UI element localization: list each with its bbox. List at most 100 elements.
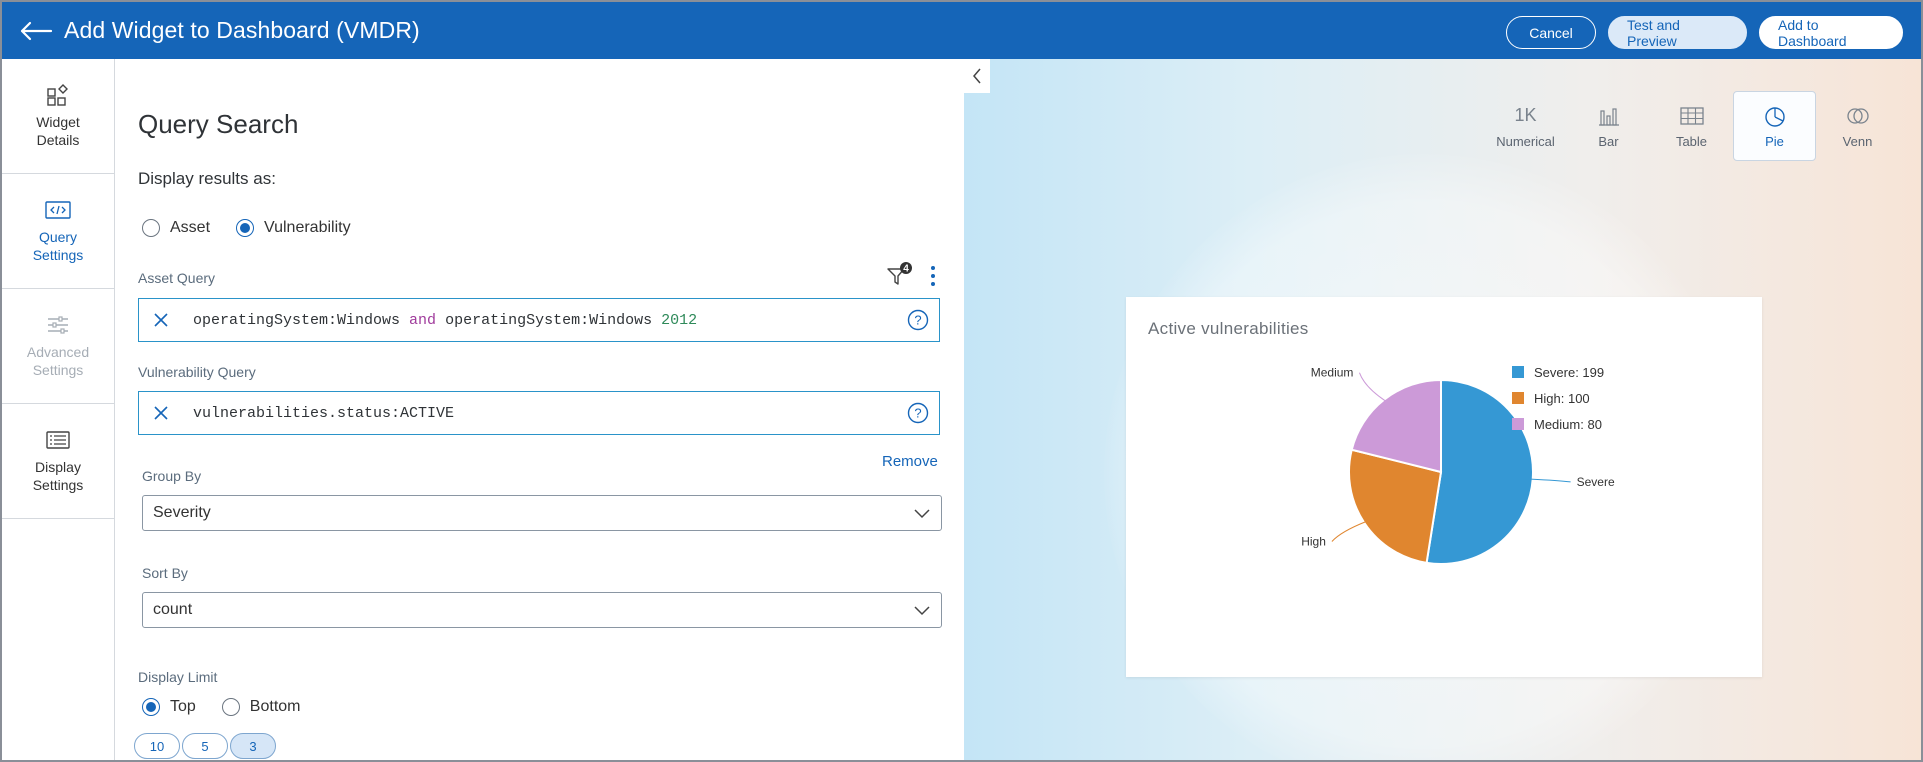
filter-count-badge: 4 <box>903 264 909 275</box>
tab-label: Venn <box>1842 133 1873 149</box>
query-panel: Query Search Display results as: Asset V… <box>116 59 964 760</box>
tab-label: Bar <box>1598 133 1619 149</box>
settings-sidebar: Widget Details Query Settings Advanced S… <box>2 59 115 760</box>
sidebar-item-query-settings[interactable]: Query Settings <box>2 174 114 289</box>
chevron-down-icon <box>914 606 930 616</box>
clear-vulnerability-query-button[interactable] <box>139 392 183 434</box>
venn-icon <box>1845 104 1871 128</box>
sort-by-value: count <box>153 601 193 618</box>
radio-button-selected <box>236 219 255 237</box>
code-icon <box>45 198 71 222</box>
table-icon <box>1679 104 1704 128</box>
collapse-panel-button[interactable] <box>964 59 990 93</box>
help-icon: ? <box>907 402 929 424</box>
pie-label-connector <box>1331 521 1367 542</box>
pie-chart-icon <box>1763 104 1787 128</box>
back-arrow-icon <box>20 21 53 40</box>
chart-type-selector: 1K Numerical Bar Table Pie Venn <box>1484 91 1899 161</box>
asset-query-label: Asset Query <box>138 270 216 286</box>
asset-query-input[interactable]: operatingSystem:Windows and operatingSys… <box>138 298 940 342</box>
legend-item[interactable]: High: 100 <box>1512 385 1604 411</box>
filter-icon: 4 <box>887 262 912 285</box>
add-to-dashboard-button[interactable]: Add to Dashboard <box>1759 16 1903 49</box>
legend-swatch <box>1512 366 1524 378</box>
radio-bottom[interactable]: Bottom <box>221 698 301 716</box>
sidebar-item-label: Query Settings <box>32 229 84 263</box>
back-button[interactable] <box>14 11 58 51</box>
legend-item[interactable]: Severe: 199 <box>1512 359 1604 385</box>
pie-chart: Severe High Medium <box>1301 366 1615 565</box>
tab-bar[interactable]: Bar <box>1567 91 1650 161</box>
radio-button <box>221 698 240 716</box>
pie-slice-label: Severe <box>1577 475 1615 489</box>
sort-by-select[interactable]: count <box>142 592 942 628</box>
radio-asset[interactable]: Asset <box>142 219 210 237</box>
radio-label: Asset <box>170 219 211 236</box>
asset-query-help-button[interactable]: ? <box>907 309 929 331</box>
vulnerability-query-text: vulnerabilities.status:ACTIVE <box>193 404 455 422</box>
sidebar-item-display-settings[interactable]: Display Settings <box>2 404 114 519</box>
group-by-value: Severity <box>153 504 211 521</box>
tab-table[interactable]: Table <box>1650 91 1733 161</box>
sort-by-label: Sort By <box>142 565 188 581</box>
close-icon <box>154 406 168 420</box>
tab-pie[interactable]: Pie <box>1733 91 1816 161</box>
close-icon <box>154 313 168 327</box>
tab-label: Numerical <box>1496 133 1555 149</box>
legend-swatch <box>1512 418 1524 430</box>
vertical-dots-icon <box>931 266 935 286</box>
display-list-icon <box>46 428 70 452</box>
asset-query-text: operatingSystem:Windows and operatingSys… <box>193 312 697 329</box>
page-title: Add Widget to Dashboard (VMDR) <box>64 17 420 43</box>
clear-asset-query-button[interactable] <box>139 299 183 341</box>
filter-button[interactable]: 4 <box>886 262 914 288</box>
radio-button-selected <box>142 698 160 716</box>
vulnerability-query-help-button[interactable]: ? <box>907 402 929 424</box>
preview-area: 1K Numerical Bar Table Pie Venn Active v… <box>964 59 1921 760</box>
chart-legend: Severe: 199 High: 100 Medium: 80 <box>1512 359 1604 437</box>
legend-label: Medium: 80 <box>1534 416 1602 432</box>
test-and-preview-button[interactable]: Test and Preview <box>1608 16 1747 49</box>
tab-label: Pie <box>1765 133 1784 149</box>
chart-card: Active vulnerabilities Severe High Medium … <box>1126 297 1762 677</box>
vulnerability-query-input[interactable]: vulnerabilities.status:ACTIVE ? <box>138 391 940 435</box>
legend-label: High: 100 <box>1534 390 1590 406</box>
sidebar-item-label: Display Settings <box>32 459 84 493</box>
query-number: 2012 <box>661 311 698 329</box>
more-options-button[interactable] <box>928 264 938 288</box>
chevron-down-icon <box>914 509 930 519</box>
svg-text:?: ? <box>914 313 921 328</box>
display-as-radio-group: Asset Vulnerability <box>142 219 351 237</box>
tab-venn[interactable]: Venn <box>1816 91 1899 161</box>
sidebar-item-label: Widget Details <box>36 114 80 148</box>
radio-label: Bottom <box>249 698 301 715</box>
sidebar-item-widget-details[interactable]: Widget Details <box>2 59 114 174</box>
remove-link[interactable]: Remove <box>882 453 938 470</box>
radio-label: Top <box>170 698 196 715</box>
radio-vulnerability[interactable]: Vulnerability <box>236 219 351 237</box>
radio-top[interactable]: Top <box>142 698 196 716</box>
pie-slice-label: High <box>1301 535 1326 549</box>
query-keyword: and <box>409 311 437 329</box>
chevron-left-icon <box>973 68 981 84</box>
numerical-icon: 1K <box>1514 105 1537 125</box>
top-header: Add Widget to Dashboard (VMDR) Cancel Te… <box>2 2 1921 59</box>
count-pill-10[interactable]: 10 <box>134 733 180 759</box>
pie-slice-label: Medium <box>1311 366 1354 380</box>
count-pill-5[interactable]: 5 <box>182 733 228 759</box>
count-pill-3[interactable]: 3 <box>230 733 276 759</box>
cancel-button[interactable]: Cancel <box>1506 16 1596 49</box>
group-by-select[interactable]: Severity <box>142 495 942 531</box>
radio-button <box>142 219 160 237</box>
vulnerability-query-label: Vulnerability Query <box>138 364 256 380</box>
display-limit-radio-group: Top Bottom <box>142 698 300 716</box>
limit-count-pills: 10 5 3 <box>134 733 276 759</box>
pie-label-connector <box>1358 372 1386 402</box>
bar-chart-icon <box>1597 104 1621 128</box>
legend-item[interactable]: Medium: 80 <box>1512 411 1604 437</box>
tab-label: Table <box>1675 133 1708 149</box>
tab-numerical[interactable]: 1K Numerical <box>1484 91 1567 161</box>
sidebar-item-advanced-settings[interactable]: Advanced Settings <box>2 289 114 404</box>
svg-text:?: ? <box>914 406 921 421</box>
header-actions: Cancel Test and Preview Add to Dashboard <box>1506 16 1903 49</box>
